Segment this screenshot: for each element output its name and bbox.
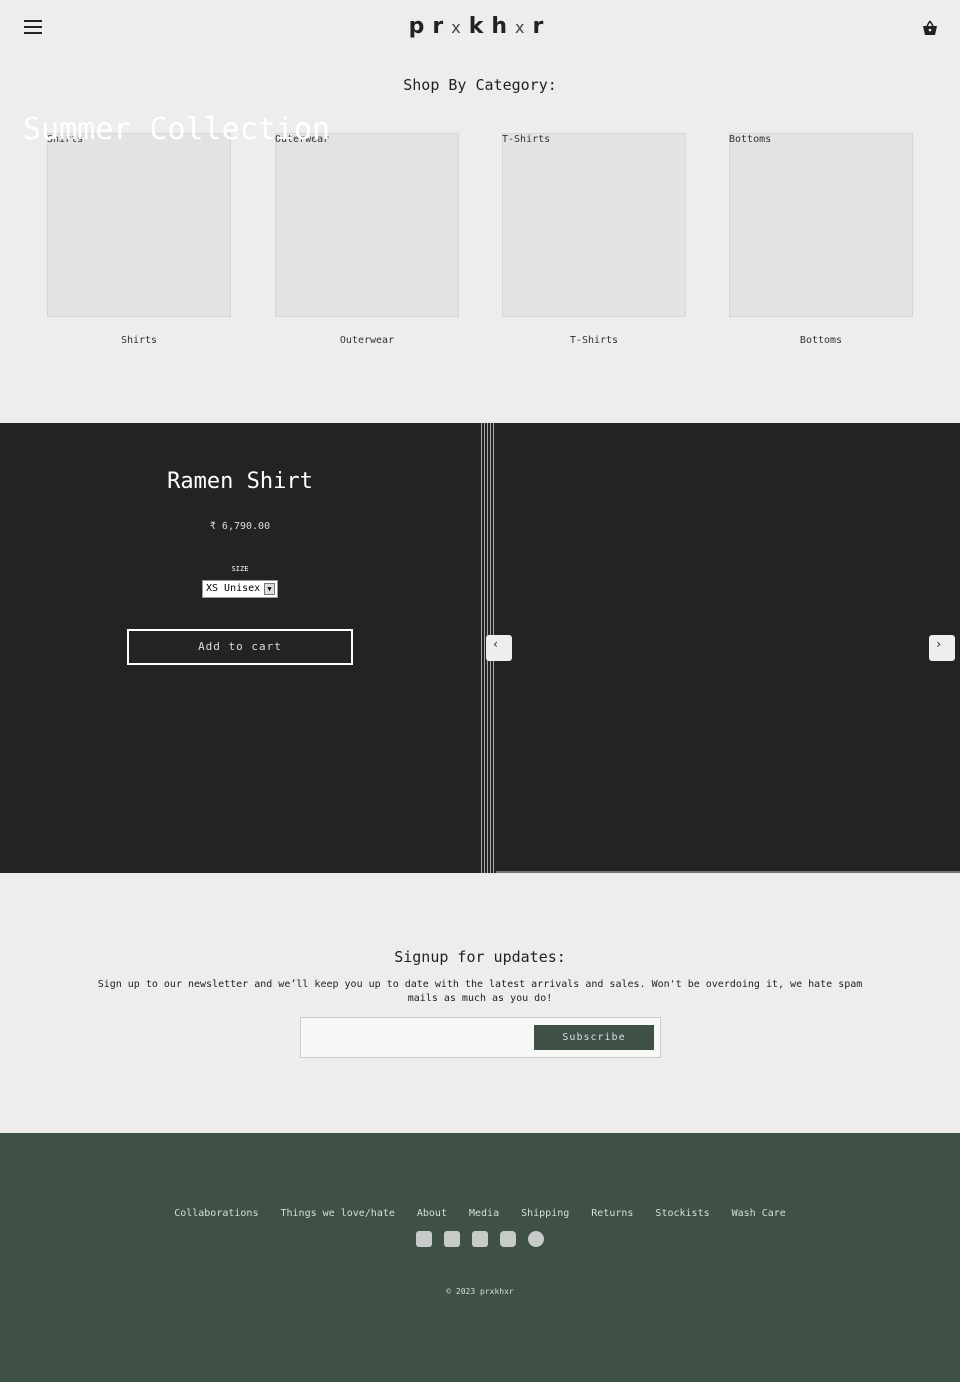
category-bottoms[interactable]: Bottoms Bottoms (729, 133, 913, 346)
category-tshirts[interactable]: T-Shirts T-Shirts (502, 133, 686, 346)
size-select[interactable]: XS Unisex ▼ (202, 580, 278, 598)
category-outerwear[interactable]: Outerwear Outerwear (275, 133, 459, 346)
basket-icon[interactable] (922, 20, 938, 36)
social-links (0, 1231, 960, 1251)
footer-link-shipping[interactable]: Shipping (521, 1208, 569, 1219)
logo[interactable]: prxkhxr (0, 14, 960, 39)
add-to-cart-button[interactable]: Add to cart (127, 629, 353, 665)
size-label: SIZE (231, 565, 249, 573)
footer-link-about[interactable]: About (417, 1208, 447, 1219)
footer-link-collaborations[interactable]: Collaborations (174, 1208, 258, 1219)
newsletter-form: Subscribe (300, 1017, 661, 1058)
featured-product: Ramen Shirt ₹ 6,790.00 SIZE XS Unisex ▼ A… (0, 423, 960, 873)
slider-divider (496, 871, 960, 873)
copyright: © 2023 prxkhxr (446, 1287, 514, 1296)
youtube-icon[interactable] (472, 1231, 488, 1247)
product-title: Ramen Shirt (167, 469, 313, 494)
pinterest-icon[interactable] (528, 1231, 544, 1247)
email-input[interactable] (305, 1022, 530, 1053)
product-price: ₹ 6,790.00 (209, 521, 271, 532)
category-shirts[interactable]: Shirts Shirts (47, 133, 231, 346)
footer-link-media[interactable]: Media (469, 1208, 499, 1219)
subscribe-button[interactable]: Subscribe (534, 1025, 654, 1050)
chevron-right-icon[interactable]: › (929, 635, 955, 661)
chevron-down-icon: ▼ (264, 583, 275, 595)
twitter-icon[interactable] (416, 1231, 432, 1247)
signup-text: Sign up to our newsletter and we’ll keep… (97, 979, 863, 1004)
header: prxkhxr (0, 0, 960, 60)
signup-title: Signup for updates: (394, 948, 566, 966)
footer-nav: Collaborations Things we love/hate About Me… (0, 1208, 960, 1219)
footer-link-stockists[interactable]: Stockists (655, 1208, 709, 1219)
instagram-icon[interactable] (500, 1231, 516, 1247)
shop-by-category-title: Shop By Category: (403, 76, 557, 94)
footer-link-wash-care[interactable]: Wash Care (732, 1208, 786, 1219)
chevron-left-icon[interactable]: ‹ (486, 635, 512, 661)
footer: Collaborations Things we love/hate About Me… (0, 1133, 960, 1382)
footer-link-returns[interactable]: Returns (591, 1208, 633, 1219)
facebook-icon[interactable] (444, 1231, 460, 1247)
footer-link-things[interactable]: Things we love/hate (280, 1208, 394, 1219)
summer-collection-overlay: Summer Collection (23, 112, 331, 147)
